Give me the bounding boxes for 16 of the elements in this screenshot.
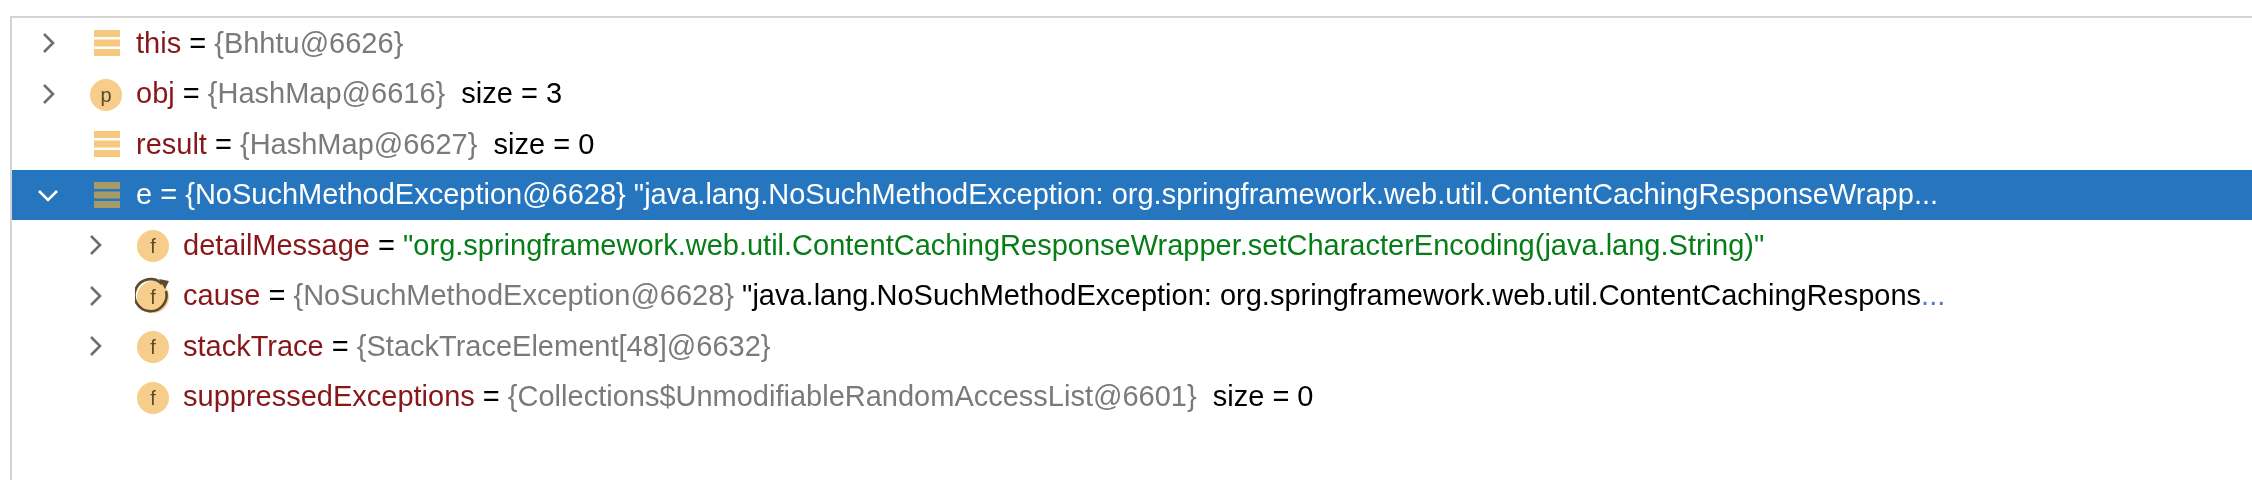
tree-row[interactable]: f suppressedExceptions = {Collections$UnmodifiableRandomAccessList@6601} size = 0 (12, 371, 2252, 422)
variable-entry: e = {NoSuchMethodException@6628} "java.lang.NoSuchMethodException: org.springframework.web.util.ContentCachingResponseWrapp... (136, 178, 1939, 212)
variable-entry: cause = {NoSuchMethodException@6628} "java.lang.NoSuchMethodException: org.springframework.web.util.ContentCachingRespons... (183, 279, 1946, 313)
variable-entry: detailMessage = "org.springframework.web.util.ContentCachingResponseWrapper.setCharacterEncoding(java.lang.String)" (183, 228, 1765, 262)
variable-entry: suppressedExceptions = {Collections$UnmodifiableRandomAccessList@6601} size = 0 (183, 380, 1314, 414)
variable-entry: stackTrace = {StackTraceElement[48]@6632} (183, 329, 771, 363)
tree-row[interactable]: result = {HashMap@6627} size = 0 (12, 119, 2252, 170)
tree-row[interactable]: e = {NoSuchMethodException@6628} "java.lang.NoSuchMethodException: org.springframework.web.util.ContentCachingResponseWrapp... (12, 169, 2252, 220)
tree-row[interactable]: f detailMessage = "org.springframework.web.util.ContentCachingResponseWrapper.setCharacterEncoding(java.lang.String)" (12, 220, 2252, 271)
tree-row[interactable]: this = {Bhhtu@6626} (12, 18, 2252, 69)
variable-entry: result = {HashMap@6627} size = 0 (136, 127, 595, 161)
tree-row[interactable]: f stackTrace = {StackTraceElement[48]@6632} (12, 321, 2252, 372)
tree-row[interactable]: p obj = {HashMap@6616} size = 3 (12, 68, 2252, 119)
variable-entry: obj = {HashMap@6616} size = 3 (136, 77, 563, 111)
tree-row[interactable]: f cause = {NoSuchMethodException@6628} "java.lang.NoSuchMethodException: org.springframework.web.util.ContentCachingRespons... (12, 270, 2252, 321)
variable-entry: this = {Bhhtu@6626} (136, 26, 404, 60)
